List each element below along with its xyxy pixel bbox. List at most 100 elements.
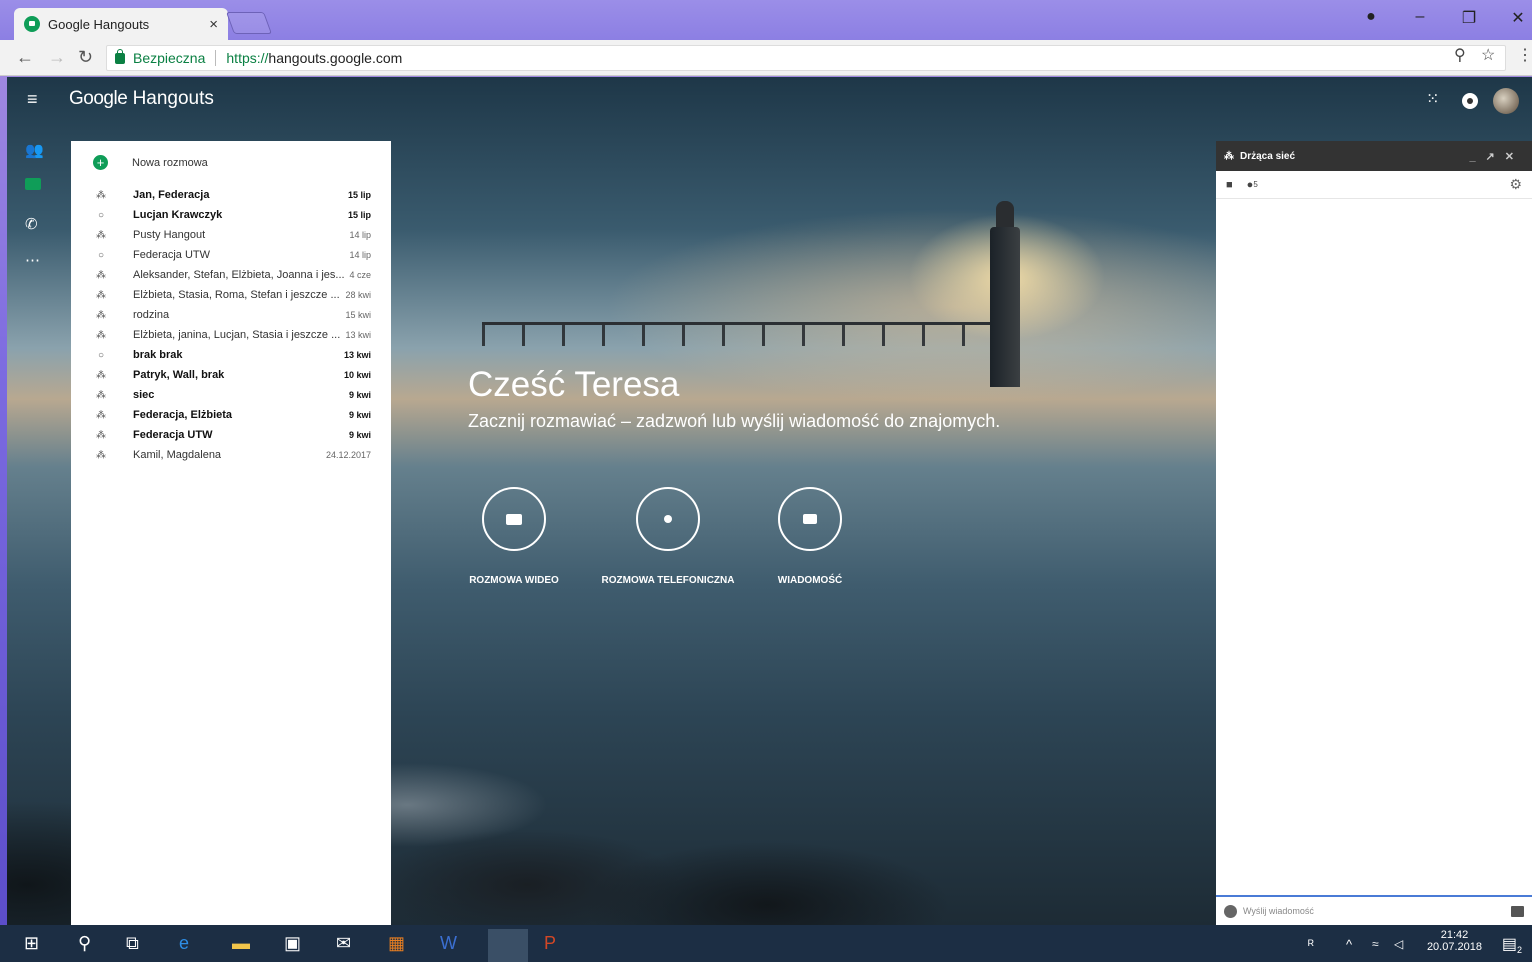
conversation-item[interactable]: ⁂ Aleksander, Stefan, Elżbieta, Joanna i … (93, 265, 371, 285)
divider (215, 50, 217, 66)
store-icon[interactable]: ▣ (284, 933, 301, 954)
video-call-label: ROZMOWA WIDEO (469, 575, 559, 586)
group-icon: ⁂ (96, 329, 106, 341)
restore-icon[interactable]: ❐ (1457, 8, 1481, 28)
tray-chevron-icon[interactable]: ^ (1346, 937, 1352, 952)
minimize-icon[interactable]: – (1408, 8, 1432, 26)
phone-icon (636, 487, 700, 551)
volume-icon[interactable]: ◁ (1394, 937, 1403, 951)
chat-header[interactable]: ⁂ Drżąca sieć _↗✕ (1216, 141, 1532, 171)
settings-gear-icon[interactable]: ⚙ (1509, 176, 1522, 193)
chrome-icon[interactable] (488, 929, 528, 962)
word-icon[interactable]: W (440, 933, 457, 954)
clock-date: 20.07.2018 (1426, 941, 1482, 953)
conversation-date: 15 lip (347, 210, 371, 220)
conversation-name: siec (133, 389, 155, 401)
chat-window-controls[interactable]: _↗✕ (1469, 150, 1524, 163)
search-icon[interactable]: ⚲ (78, 933, 91, 954)
participant-count: 5 (1253, 180, 1258, 189)
clock[interactable]: 21:42 20.07.2018 (1427, 929, 1482, 953)
phone-call-button[interactable]: ROZMOWA TELEFONICZNA (588, 487, 748, 586)
close-window-icon[interactable]: ✕ (1506, 8, 1530, 28)
mail-icon[interactable]: ✉ (336, 933, 351, 954)
video-call-icon[interactable]: ■ (1226, 179, 1233, 191)
avatar[interactable] (1493, 88, 1519, 114)
conversation-item[interactable]: ⁂ Kamil, Magdalena 24.12.2017 (93, 445, 371, 465)
conversation-item[interactable]: ⁂ siec 9 kwi (93, 385, 371, 405)
tab-close-icon[interactable]: × (209, 16, 218, 33)
profile-icon[interactable]: ● (1359, 8, 1383, 26)
screen: Google Hangouts × ● – ❐ ✕ ← → ↻ Bezpiecz… (0, 0, 1532, 962)
conversation-item[interactable]: ○ Federacja UTW 14 lip (93, 245, 371, 265)
pier-illustration (482, 322, 992, 346)
person-circle-icon: ○ (97, 249, 105, 261)
video-call-button[interactable]: ROZMOWA WIDEO (434, 487, 594, 586)
menu-kebab-icon[interactable]: ⋮ (1517, 45, 1532, 65)
conversation-item[interactable]: ⁂ Federacja, Elżbieta 9 kwi (93, 405, 371, 425)
lock-icon (115, 48, 125, 64)
task-view-icon[interactable]: ⧉ (126, 933, 139, 954)
conversation-item[interactable]: ⁂ Elżbieta, Stasia, Roma, Stefan i jeszcz… (93, 285, 371, 305)
conversation-name: Pusty Hangout (133, 229, 206, 241)
group-icon: ⁂ (96, 289, 106, 301)
status-icon[interactable] (1462, 93, 1478, 109)
conversation-date: 9 kwi (348, 390, 371, 400)
back-icon[interactable]: ← (16, 47, 34, 68)
reload-icon[interactable]: ↻ (78, 47, 93, 68)
message-input[interactable]: Wyślij wiadomość (1216, 895, 1532, 925)
outlook-icon[interactable]: ▦ (388, 933, 405, 954)
group-icon: ⁂ (96, 389, 106, 401)
windows-start-icon[interactable]: ⊞ (24, 933, 39, 954)
app-header: ≡ Google Hangouts ⁙ (7, 77, 1532, 123)
conversation-name: Elżbieta, Stasia, Roma, Stefan i jeszcze… (133, 289, 340, 301)
message-icon (778, 487, 842, 551)
new-conversation-label: Nowa rozmowa (132, 156, 208, 169)
conversation-item[interactable]: ⁂ Jan, Federacja 15 lip (93, 185, 371, 205)
conversation-name: Lucjan Krawczyk (133, 209, 223, 221)
people-icon[interactable]: ᴿ (1308, 937, 1314, 952)
browser-tab[interactable]: Google Hangouts × (14, 8, 228, 40)
edge-icon[interactable]: e (179, 933, 189, 954)
conversation-date: 13 kwi (343, 350, 371, 360)
apps-grid-icon[interactable]: ⁙ (1426, 89, 1439, 109)
hangouts-page: ≡ Google Hangouts ⁙ 👥 ✆ ⋯ + Nowa rozmowa… (7, 77, 1532, 925)
action-center-icon[interactable]: ▤2 (1502, 934, 1522, 955)
conversation-item[interactable]: ⁂ Patryk, Wall, brak 10 kwi (93, 365, 371, 385)
url-scheme: https:// (226, 50, 269, 66)
forward-icon[interactable]: → (48, 47, 66, 68)
emoji-icon[interactable] (1224, 904, 1237, 918)
conversation-date: 9 kwi (348, 410, 371, 420)
network-icon[interactable]: ≈ (1372, 937, 1379, 951)
conversation-item[interactable]: ⁂ Pusty Hangout 14 lip (93, 225, 371, 245)
group-icon: ⁂ (96, 369, 106, 381)
powerpoint-icon[interactable]: P (544, 933, 556, 954)
contacts-icon[interactable]: 👥 (25, 141, 44, 159)
participants-icon[interactable]: ● (1247, 179, 1254, 191)
file-explorer-icon[interactable]: ▬ (232, 933, 250, 954)
conversations-icon[interactable] (25, 178, 41, 190)
conversation-item[interactable]: ⁂ Federacja UTW 9 kwi (93, 425, 371, 445)
address-bar[interactable]: Bezpieczna https:// hangouts.google.com (106, 45, 1506, 71)
brand-hangouts: Hangouts (132, 88, 214, 109)
message-button[interactable]: WIADOMOŚĆ (730, 487, 890, 586)
conversation-item[interactable]: ⁂ Elżbieta, janina, Lucjan, Stasia i jesz… (93, 325, 371, 345)
conversation-item[interactable]: ○ Lucjan Krawczyk 15 lip (93, 205, 371, 225)
conversation-date: 24.12.2017 (325, 450, 371, 460)
group-icon: ⁂ (96, 269, 106, 281)
new-conversation-button[interactable]: + Nowa rozmowa (93, 155, 208, 170)
group-icon: ⁂ (96, 309, 106, 321)
conversation-item[interactable]: ⁂ rodzina 15 kwi (93, 305, 371, 325)
menu-hamburger-icon[interactable]: ≡ (27, 89, 38, 110)
phone-calls-icon[interactable]: ✆ (25, 215, 38, 233)
conversation-item[interactable]: ○ brak brak 13 kwi (93, 345, 371, 365)
attach-image-icon[interactable] (1511, 905, 1524, 917)
more-icon[interactable]: ⋯ (25, 251, 40, 269)
welcome-block: Cześć Teresa Zacznij rozmawiać – zadzwoń… (468, 365, 1000, 432)
new-tab-button[interactable] (225, 12, 273, 34)
windows-taskbar: ⊞ ⚲ ⧉ e ▬ ▣ ✉ ▦ W P ᴿ ^ ≈ ◁ 21:42 20.07.… (0, 925, 1532, 962)
conversation-name: Patryk, Wall, brak (133, 369, 225, 381)
zoom-icon[interactable]: ⚲ (1454, 45, 1466, 65)
video-icon (482, 487, 546, 551)
app-logo[interactable]: Google Hangouts (69, 88, 214, 110)
bookmark-star-icon[interactable]: ☆ (1481, 45, 1495, 65)
